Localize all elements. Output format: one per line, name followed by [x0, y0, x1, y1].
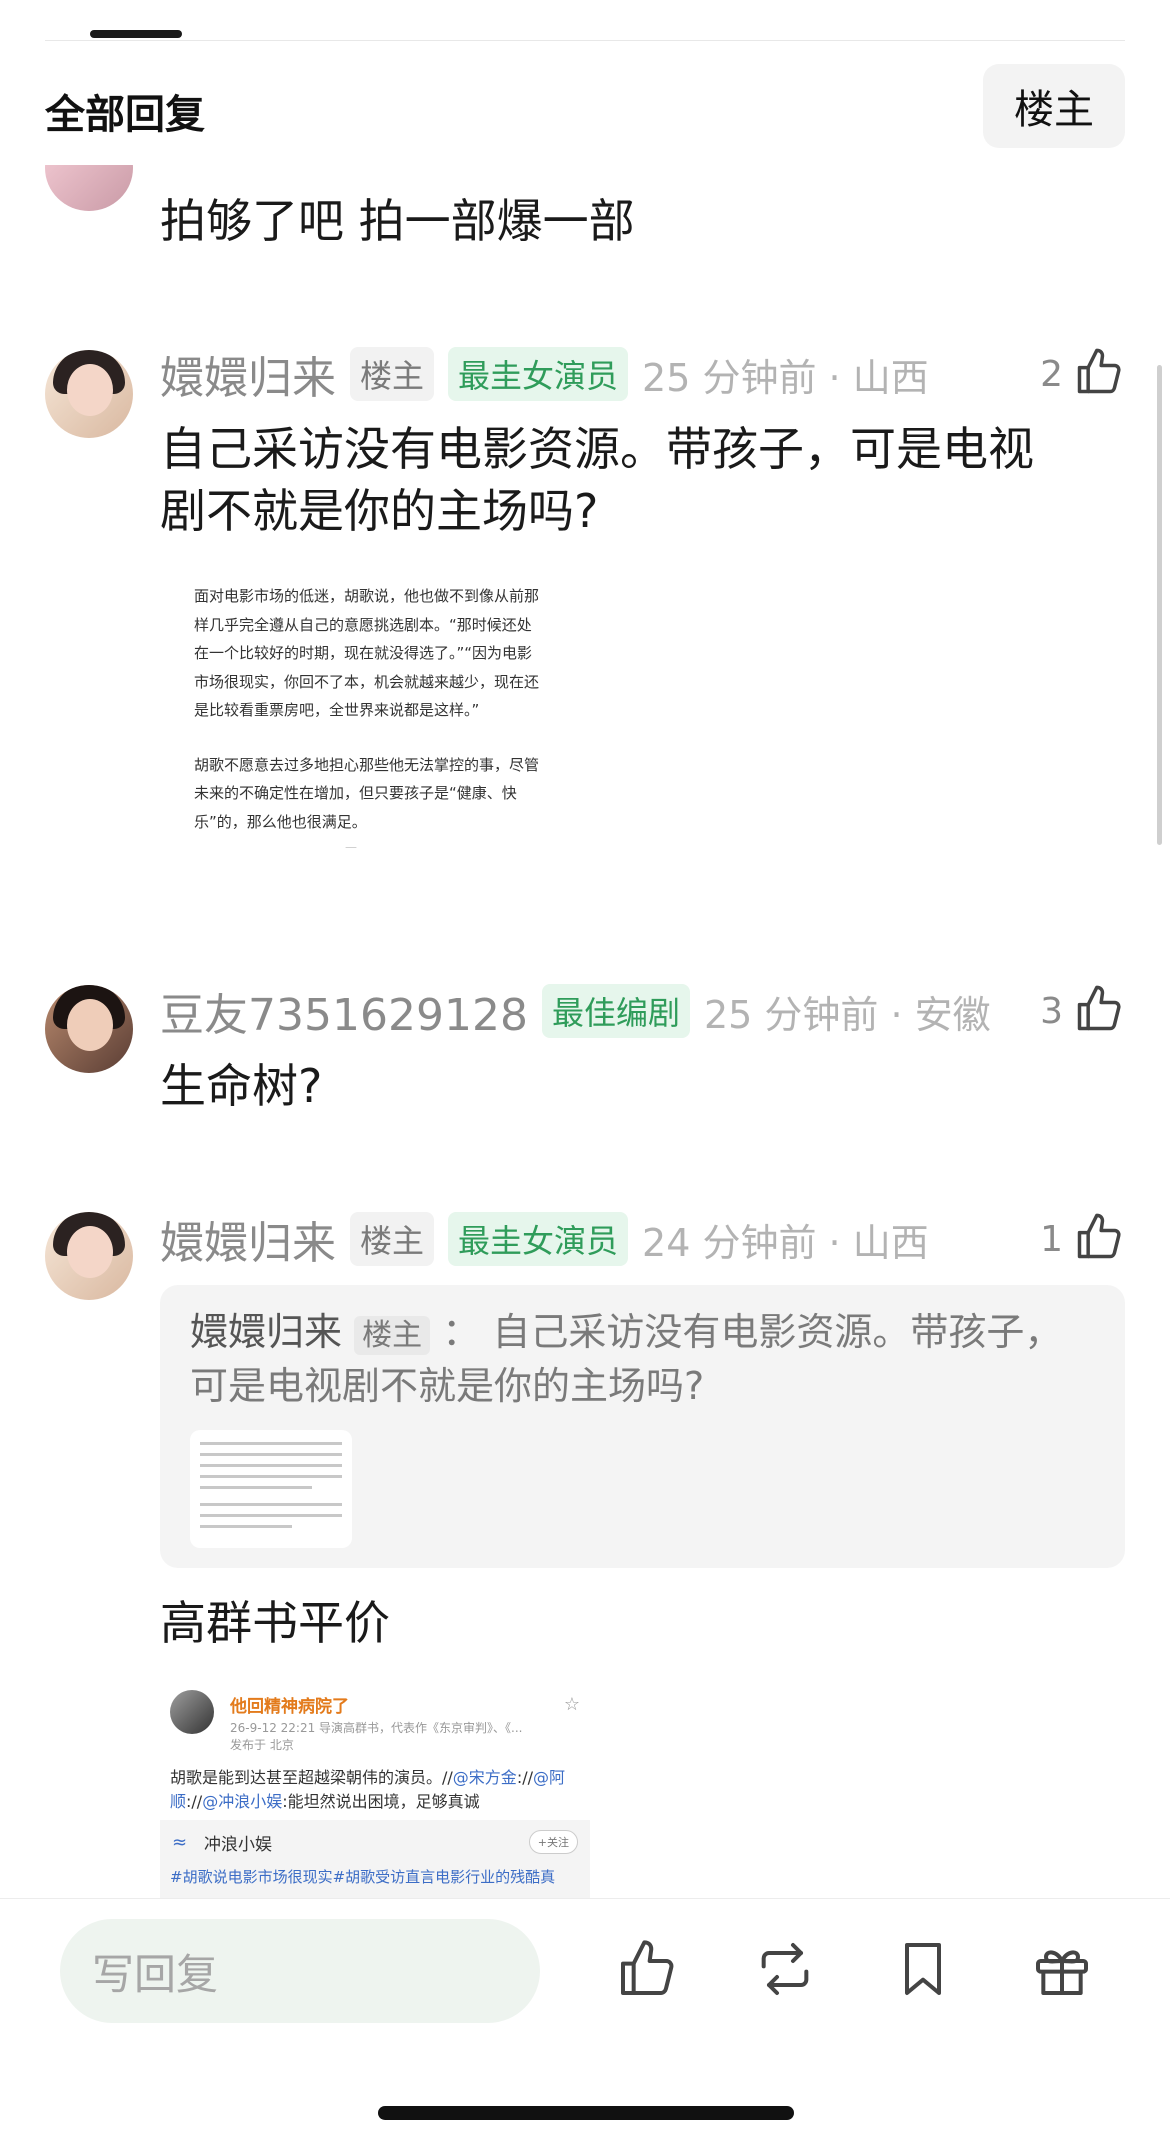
avatar[interactable]	[45, 350, 133, 438]
repost-meta-line: 26-9-12 22:21 导演高群书，代表作《东京审判》、《...	[230, 1721, 523, 1735]
comment-text: 拍够了吧 拍一部爆一部	[160, 194, 635, 248]
like-count: 2	[1040, 353, 1063, 395]
scrollbar[interactable]	[1157, 365, 1162, 845]
thumbs-up-icon	[1073, 346, 1125, 402]
quote-separator: ：	[442, 1310, 481, 1354]
quote-username[interactable]: 嬛嬛归来	[190, 1310, 342, 1354]
avatar[interactable]	[45, 1212, 133, 1300]
repost-meta: 26-9-12 22:21 导演高群书，代表作《东京审判》、《... 发布于 北…	[230, 1720, 570, 1754]
repost-icon[interactable]	[753, 1937, 817, 2001]
comment-line: 剧不就是你的主场吗?	[160, 484, 599, 538]
username[interactable]: 嬛嬛归来	[160, 342, 336, 406]
comment-meta: 嬛嬛归来 楼主 最圭女演员 25 分钟前 · 山西	[160, 342, 929, 406]
star-icon: ☆	[563, 1694, 580, 1715]
award-badge[interactable]: 最圭女演员	[448, 347, 629, 401]
award-badge[interactable]: 最佳编剧	[541, 984, 690, 1038]
comment-text: 生命树?	[160, 1059, 323, 1113]
divider	[45, 40, 1125, 41]
avatar[interactable]	[45, 985, 133, 1073]
like-button[interactable]: 2	[1040, 346, 1125, 402]
gift-icon[interactable]	[1030, 1937, 1094, 2001]
comment-text: 高群书平价	[160, 1596, 390, 1650]
quote-image-thumbnail[interactable]	[190, 1430, 352, 1548]
page-title: 全部回复	[45, 92, 205, 138]
reply-input[interactable]: 写回复	[60, 1919, 540, 2023]
comment-text: 自己采访没有电影资源。带孩子，可是电视 剧不就是你的主场吗?	[160, 418, 1034, 542]
repost-text: ://	[516, 1768, 533, 1787]
comment-meta: 豆友7351629128 最佳编剧 25 分钟前 · 安徽	[160, 979, 991, 1043]
repost-text: :能坦然说出困境，足够真诚	[282, 1792, 480, 1811]
comment-line: 自己采访没有电影资源。带孩子，可是电视	[160, 422, 1034, 476]
owner-badge: 楼主	[354, 1316, 431, 1355]
bookmark-icon[interactable]	[891, 1937, 955, 2001]
time-location: 25 分钟前 · 安徽	[703, 992, 991, 1037]
owner-only-filter-button[interactable]: 楼主	[983, 64, 1125, 148]
like-count: 3	[1040, 990, 1063, 1032]
home-indicator	[378, 2106, 794, 2120]
username[interactable]: 豆友7351629128	[160, 979, 528, 1043]
comment-image[interactable]: 面对电影市场的低迷，胡歌说，他也做不到像从前那样几乎完全遵从自己的意愿挑选剧本。…	[160, 582, 580, 902]
surf-icon: ≈	[172, 1832, 188, 1853]
image-paragraph: 面对电影市场的低迷，胡歌说，他也做不到像从前那样几乎完全遵从自己的意愿挑选剧本。…	[194, 587, 540, 719]
thumbs-up-icon	[1073, 1211, 1125, 1267]
repost-inner-name: 冲浪小娱	[204, 1835, 272, 1855]
like-count: 1	[1040, 1218, 1063, 1260]
like-button[interactable]: 1	[1040, 1211, 1125, 1267]
thumbs-up-icon	[1073, 983, 1125, 1039]
repost-inner-text: #胡歌说电影市场很现实#胡歌受访直言电影行业的残酷真	[170, 1868, 556, 1886]
quote-text: 嬛嬛归来 楼主 ： 自己采访没有电影资源。带孩子，可是电视剧不就是你的主场吗?	[190, 1307, 1090, 1411]
quoted-reply[interactable]: 嬛嬛归来 楼主 ： 自己采访没有电影资源。带孩子，可是电视剧不就是你的主场吗?	[160, 1285, 1125, 1568]
time-location: 25 分钟前 · 山西	[642, 355, 929, 400]
owner-badge: 楼主	[350, 1212, 435, 1266]
image-watermark: —	[345, 840, 357, 854]
repost-screenshot[interactable]: 他回精神病院了 ☆ 26-9-12 22:21 导演高群书，代表作《东京审判》、…	[160, 1680, 590, 1902]
comment-meta: 嬛嬛归来 楼主 最圭女演员 24 分钟前 · 山西	[160, 1207, 929, 1271]
repost-text: ://	[186, 1792, 203, 1811]
like-button[interactable]: 3	[1040, 983, 1125, 1039]
owner-badge: 楼主	[350, 347, 435, 401]
repost-text: 胡歌是能到达甚至超越梁朝伟的演员。//	[170, 1768, 453, 1787]
repost-username: 他回精神病院了	[230, 1697, 349, 1717]
mention: @宋方金	[452, 1768, 517, 1787]
mention: @冲浪小娱	[202, 1792, 283, 1811]
like-icon[interactable]	[615, 1937, 679, 2001]
award-badge[interactable]: 最圭女演员	[448, 1212, 629, 1266]
follow-button: +关注	[528, 1830, 578, 1854]
repost-location: 发布于 北京	[230, 1738, 294, 1752]
repost-body: 胡歌是能到达甚至超越梁朝伟的演员。//@宋方金://@阿顺://@冲浪小娱:能坦…	[170, 1766, 580, 1814]
image-paragraph: 胡歌不愿意去过多地担心那些他无法掌控的事，尽管未来的不确定性在增加，但只要孩子是…	[194, 755, 540, 831]
username[interactable]: 嬛嬛归来	[160, 1207, 336, 1271]
avatar	[170, 1690, 214, 1734]
repost-inner-card: ≈ 冲浪小娱 +关注 #胡歌说电影市场很现实#胡歌受访直言电影行业的残酷真	[160, 1820, 590, 1902]
time-location: 24 分钟前 · 山西	[642, 1220, 929, 1265]
top-drag-indicator	[90, 30, 182, 38]
